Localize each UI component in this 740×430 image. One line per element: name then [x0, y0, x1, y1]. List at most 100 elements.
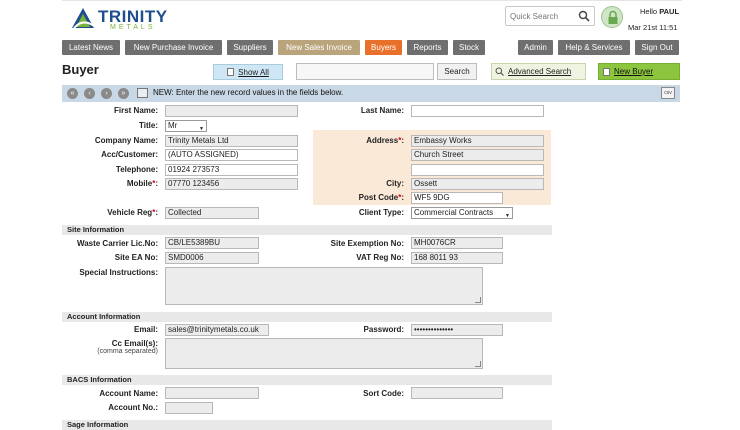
site-ea-field[interactable]: SMD0006	[165, 252, 259, 264]
dropdown-arrow-icon: ▼	[199, 126, 204, 132]
new-document-icon	[603, 67, 610, 76]
document-icon	[227, 68, 235, 76]
telephone-field[interactable]: 01924 273573	[165, 164, 298, 176]
first-name-field[interactable]	[165, 105, 298, 117]
title-select[interactable]: Mr ▼	[165, 120, 207, 132]
telephone-label: Telephone:	[115, 165, 158, 174]
waste-carrier-field[interactable]: CB/LE5389BU	[165, 237, 259, 249]
bacs-information-header: BACS Information	[62, 375, 552, 385]
show-all-label: Show All	[238, 67, 269, 77]
required-marker: *	[152, 208, 156, 217]
company-name-field[interactable]: Trinity Metals Ltd	[165, 135, 298, 147]
csv-export-icon[interactable]: csv	[661, 87, 675, 99]
padlock-icon	[608, 10, 618, 24]
mobile-field[interactable]: 07770 123456	[165, 178, 298, 190]
vehicle-reg-label-text: Vehicle Reg	[107, 208, 153, 217]
next-record-icon[interactable]: ›	[101, 88, 112, 99]
special-instructions-label: Special Instructions:	[79, 268, 158, 277]
nav-admin[interactable]: Admin	[518, 40, 553, 55]
account-information-header: Account Information	[62, 312, 552, 322]
last-record-icon[interactable]: »	[118, 88, 129, 99]
site-ea-label: Site EA No:	[114, 253, 158, 262]
vehicle-reg-label: Vehicle Reg*:	[107, 208, 158, 217]
email-field[interactable]: sales@trinitymetals.co.uk	[165, 324, 269, 336]
title-value: Mr	[168, 121, 178, 130]
greeting: Hello PAUL	[640, 7, 679, 16]
vat-reg-field[interactable]: 168 8011 93	[411, 252, 503, 264]
mobile-label-text: Mobile	[126, 179, 153, 188]
search-icon[interactable]	[578, 10, 590, 22]
grid-view-icon[interactable]	[137, 88, 148, 98]
acc-customer-field[interactable]: (AUTO ASSIGNED)	[165, 149, 298, 161]
cc-emails-textarea[interactable]	[165, 338, 483, 369]
toolbar-message: NEW: Enter the new record values in the …	[153, 88, 344, 97]
nav-buyers[interactable]: Buyers	[365, 40, 402, 55]
address-line-2-field[interactable]: Church Street	[411, 149, 544, 161]
magnifier-icon	[495, 67, 504, 76]
user-name[interactable]: PAUL	[659, 7, 679, 16]
post-code-label-text: Post Code	[358, 193, 399, 202]
previous-record-icon[interactable]: ‹	[84, 88, 95, 99]
mobile-label: Mobile*:	[126, 179, 158, 188]
site-exemption-label: Site Exemption No:	[330, 239, 404, 248]
account-no-label: Account No.:	[108, 403, 158, 412]
address-line-3-field[interactable]	[411, 164, 544, 176]
client-type-select[interactable]: Commercial Contracts ▼	[411, 207, 513, 219]
sort-code-field[interactable]	[411, 387, 503, 399]
sort-code-label: Sort Code:	[363, 389, 404, 398]
sage-information-header: Sage Information	[62, 420, 552, 430]
post-code-label: Post Code*:	[358, 193, 404, 202]
trinity-metals-logo[interactable]: TRINITY METALS	[70, 6, 175, 34]
nav-reports[interactable]: Reports	[407, 40, 448, 55]
dropdown-arrow-icon: ▼	[505, 213, 510, 219]
advanced-search-label: Advanced Search	[508, 67, 572, 76]
client-type-label: Client Type:	[358, 208, 404, 217]
account-name-label: Account Name:	[99, 389, 158, 398]
title-label: Title:	[139, 121, 158, 130]
company-name-label: Company Name:	[94, 136, 158, 145]
quick-search-box[interactable]	[505, 6, 595, 26]
required-marker: *	[398, 193, 402, 202]
address-label: Address*:	[366, 136, 404, 145]
address-line-1-field[interactable]: Embassy Works	[411, 135, 544, 147]
lock-button[interactable]	[601, 6, 623, 28]
acc-customer-label: Acc/Customer:	[101, 150, 158, 159]
site-information-header: Site Information	[62, 225, 552, 235]
address-label-text: Address	[366, 136, 399, 145]
special-instructions-textarea[interactable]	[165, 267, 483, 305]
nav-new-purchase-invoice[interactable]: New Purchase Invoice	[125, 40, 222, 55]
nav-latest-news[interactable]: Latest News	[62, 40, 120, 55]
new-buyer-button[interactable]: New Buyer	[598, 63, 680, 80]
first-record-icon[interactable]: «	[67, 88, 78, 99]
account-no-field[interactable]	[165, 402, 213, 414]
last-name-field[interactable]	[411, 105, 544, 117]
cc-emails-hint: (comma separated)	[97, 348, 158, 355]
cc-emails-label: Cc Email(s):	[111, 339, 158, 348]
nav-new-sales-invoice[interactable]: New Sales Invoice	[278, 40, 360, 55]
account-name-field[interactable]	[165, 387, 259, 399]
logo-subtitle: METALS	[110, 24, 156, 31]
city-field[interactable]: Ossett	[411, 178, 544, 190]
vehicle-reg-field[interactable]: Collected	[165, 207, 259, 219]
search-button[interactable]: Search	[437, 63, 477, 80]
nav-stock[interactable]: Stock	[453, 40, 485, 55]
show-all-button[interactable]: Show All	[213, 64, 283, 80]
first-name-label: First Name:	[113, 106, 158, 115]
password-field[interactable]: ••••••••••••••	[411, 324, 503, 336]
page-title: Buyer	[62, 62, 99, 77]
password-label: Password:	[363, 325, 404, 334]
post-code-field[interactable]: WF5 9DG	[411, 192, 503, 204]
nav-sign-out[interactable]: Sign Out	[635, 40, 679, 55]
vat-reg-label: VAT Reg No:	[356, 253, 404, 262]
buyer-search-input[interactable]	[296, 63, 434, 80]
nav-help-services[interactable]: Help & Services	[558, 40, 630, 55]
city-label: City:	[386, 179, 404, 188]
required-marker: *	[152, 179, 156, 188]
quick-search-input[interactable]	[506, 7, 576, 25]
top-divider	[62, 0, 682, 1]
site-exemption-field[interactable]: MH0076CR	[411, 237, 503, 249]
logo-mark-icon	[72, 8, 95, 29]
advanced-search-button[interactable]: Advanced Search	[491, 63, 586, 80]
new-buyer-label: New Buyer	[614, 67, 654, 76]
nav-suppliers[interactable]: Suppliers	[227, 40, 273, 55]
